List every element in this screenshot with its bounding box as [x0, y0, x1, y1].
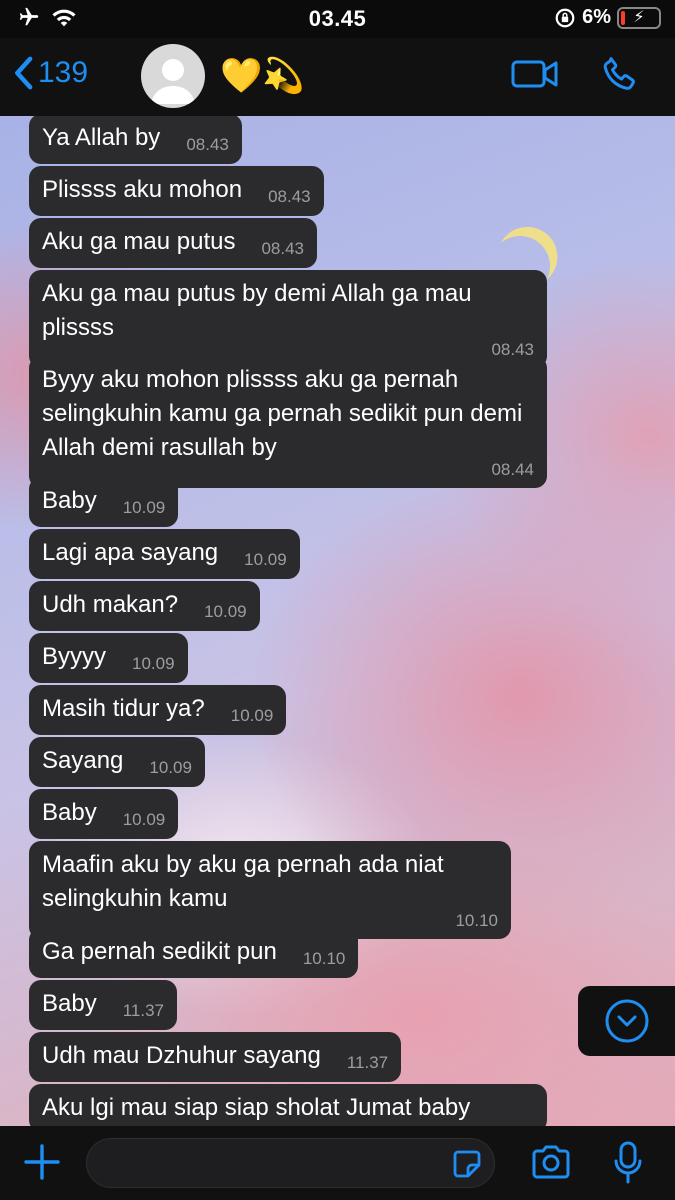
avatar[interactable] [141, 44, 205, 108]
phone-icon[interactable] [600, 54, 640, 94]
message-bubble[interactable]: Byyy aku mohon plissss aku ga pernah sel… [29, 356, 547, 488]
message-bubble[interactable]: Baby 11.37 [29, 980, 177, 1030]
message-bubble[interactable]: Masih tidur ya? 10.09 [29, 685, 287, 735]
message-bubble[interactable]: Baby 10.09 [29, 477, 179, 527]
status-bar: 03.45 6% ⚡ [0, 0, 675, 38]
sticker-icon[interactable] [452, 1149, 482, 1179]
chevron-left-icon [15, 56, 33, 90]
message-bubble[interactable]: Aku ga mau putus by demi Allah ga mau pl… [29, 270, 547, 368]
message-bubble[interactable]: Sayang 10.09 [29, 737, 205, 787]
avatar-icon [151, 59, 195, 104]
battery-percent: 6% [582, 6, 611, 28]
message-bubble[interactable]: Ya Allah by 08.43 [29, 116, 242, 164]
message-bubble[interactable]: Udh makan? 10.09 [29, 581, 260, 631]
message-bubble[interactable]: Plissss aku mohon 08.43 [29, 166, 324, 216]
microphone-icon[interactable] [612, 1140, 644, 1186]
message-bubble[interactable]: Ga pernah sedikit pun 10.10 [29, 928, 359, 978]
back-button[interactable]: 139 [12, 56, 88, 90]
back-count: 139 [38, 56, 89, 89]
plus-icon[interactable] [22, 1142, 62, 1182]
message-list[interactable]: Ya Allah by 08.43 Plissss aku mohon 08.43 … [0, 116, 675, 1126]
message-bubble[interactable]: Lagi apa sayang 10.09 [29, 529, 300, 579]
composer-bar [0, 1126, 675, 1200]
message-bubble[interactable]: Aku lgi mau siap siap sholat Jumat baby [29, 1084, 547, 1126]
rotation-lock-icon [555, 8, 575, 27]
scroll-to-bottom-button[interactable] [578, 986, 675, 1056]
message-bubble[interactable]: Maafin aku by aku ga pernah ada niat sel… [29, 841, 511, 939]
message-bubble[interactable]: Udh mau Dzhuhur sayang 11.37 [29, 1032, 402, 1082]
video-call-icon[interactable] [510, 56, 560, 92]
message-input[interactable] [86, 1138, 495, 1188]
status-right: 6% ⚡ [554, 6, 661, 29]
contact-name[interactable]: 💛💫 [220, 56, 305, 96]
chat-header: 139 💛💫 [0, 38, 675, 116]
camera-icon[interactable] [530, 1144, 572, 1180]
message-bubble[interactable]: Aku ga mau putus 08.43 [29, 218, 317, 268]
message-bubble[interactable]: Baby 10.09 [29, 789, 179, 839]
message-bubble[interactable]: Byyyy 10.09 [29, 633, 188, 683]
battery-icon: ⚡ [617, 6, 661, 29]
chevron-down-icon [605, 999, 648, 1043]
